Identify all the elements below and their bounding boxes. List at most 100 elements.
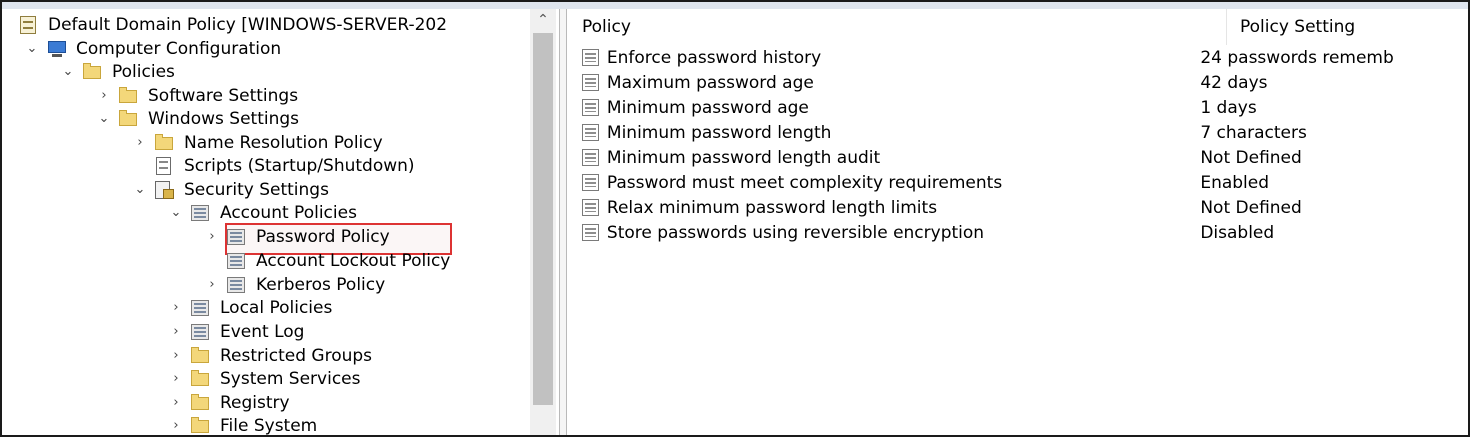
tree-item-label: Policies — [112, 61, 175, 82]
tree-item-computer-configuration[interactable]: ⌄ Computer Configuration — [24, 37, 282, 60]
security-settings-icon — [154, 180, 176, 200]
tree-item-label: Event Log — [220, 321, 305, 342]
list-item[interactable]: Store passwords using reversible encrypt… — [582, 220, 1468, 245]
policy-setting-icon — [582, 148, 599, 167]
chevron-right-icon[interactable]: › — [168, 296, 184, 319]
tree-item-label: System Services — [220, 368, 361, 389]
column-header-policy-setting[interactable]: Policy Setting — [1226, 9, 1466, 45]
console-tree: Default Domain Policy [WINDOWS-SERVER-20… — [2, 9, 530, 435]
tree-item-label: Password Policy — [256, 226, 390, 247]
policy-setting-icon — [582, 48, 599, 67]
policy-value: Enabled — [1200, 172, 1270, 193]
policy-setting-icon — [582, 123, 599, 142]
tree-item-password-policy[interactable]: › Password Policy — [204, 225, 390, 248]
scroll-thumb[interactable] — [533, 33, 553, 405]
tree-item-label: Security Settings — [184, 179, 329, 200]
policy-container-icon — [226, 275, 248, 295]
tree-item-label: Registry — [220, 392, 290, 413]
tree-item-name-resolution-policy[interactable]: › Name Resolution Policy — [132, 131, 383, 154]
chevron-right-icon[interactable]: › — [168, 344, 184, 367]
chevron-right-icon[interactable]: › — [132, 131, 148, 154]
list-item[interactable]: Enforce password history 24 passwords re… — [582, 45, 1468, 70]
column-header-label: Policy — [582, 17, 631, 37]
pane-splitter[interactable] — [559, 9, 567, 435]
policy-name: Password must meet complexity requiremen… — [606, 172, 1003, 193]
policy-name: Minimum password length — [606, 122, 832, 143]
policy-container-icon — [226, 227, 248, 247]
tree-item-system-services[interactable]: › System Services — [168, 367, 360, 390]
policy-list: ⌃ Policy Policy Setting Enforce password… — [568, 9, 1468, 435]
folder-icon — [118, 86, 140, 106]
list-item[interactable]: Relax minimum password length limits Not… — [582, 195, 1468, 220]
policy-name: Minimum password age — [606, 97, 809, 118]
tree-item-windows-settings[interactable]: ⌄ Windows Settings — [96, 107, 299, 130]
policy-name: Enforce password history — [606, 47, 822, 68]
policy-name: Store passwords using reversible encrypt… — [606, 222, 985, 243]
tree-item-software-settings[interactable]: › Software Settings — [96, 84, 298, 107]
tree-item-account-lockout-policy[interactable]: Account Lockout Policy — [226, 249, 450, 272]
tree-scrollbar[interactable]: ⌃ — [530, 9, 556, 435]
list-item[interactable]: Minimum password length 7 characters — [582, 120, 1468, 145]
policy-container-icon — [190, 298, 212, 318]
list-item[interactable]: Minimum password length audit Not Define… — [582, 145, 1468, 170]
chevron-right-icon[interactable]: › — [204, 225, 220, 248]
policy-setting-icon — [582, 198, 599, 217]
policy-name: Relax minimum password length limits — [606, 197, 938, 218]
policy-name: Minimum password length audit — [606, 147, 881, 168]
folder-icon — [82, 62, 104, 82]
policy-setting-icon — [582, 223, 599, 242]
chevron-right-icon[interactable]: › — [96, 84, 112, 107]
policy-value: Not Defined — [1200, 197, 1302, 218]
chevron-right-icon[interactable]: › — [168, 414, 184, 435]
tree-item-file-system[interactable]: › File System — [168, 414, 318, 436]
script-icon — [154, 156, 176, 176]
tree-item-policies[interactable]: ⌄ Policies — [60, 60, 175, 83]
policy-setting-icon — [582, 73, 599, 92]
policy-setting-icon — [582, 173, 599, 192]
tree-item-local-policies[interactable]: › Local Policies — [168, 296, 332, 319]
tree-item-label: Windows Settings — [148, 108, 300, 129]
tree-item-label: Computer Configuration — [76, 38, 282, 59]
tree-item-event-log[interactable]: › Event Log — [168, 320, 304, 343]
tree-item-registry[interactable]: › Registry — [168, 391, 290, 414]
tree-item-root[interactable]: Default Domain Policy [WINDOWS-SERVER-20… — [18, 13, 447, 36]
list-item[interactable]: Maximum password age 42 days — [582, 70, 1468, 95]
chevron-down-icon[interactable]: ⌄ — [168, 201, 184, 224]
policy-value: 1 days — [1200, 97, 1257, 118]
policy-container-icon — [190, 203, 212, 223]
chevron-right-icon[interactable]: › — [204, 273, 220, 296]
tree-item-label: Name Resolution Policy — [184, 132, 383, 153]
list-item[interactable]: Minimum password age 1 days — [582, 95, 1468, 120]
chevron-right-icon[interactable]: › — [168, 320, 184, 343]
tree-item-label: Software Settings — [148, 85, 299, 106]
chevron-down-icon[interactable]: ⌄ — [132, 178, 148, 201]
policy-name: Maximum password age — [606, 72, 814, 93]
chevron-down-icon[interactable]: ⌄ — [60, 60, 76, 83]
list-item[interactable]: Password must meet complexity requiremen… — [582, 170, 1468, 195]
tree-item-label: File System — [220, 415, 318, 436]
locked-folder-icon — [190, 416, 212, 436]
chevron-right-icon[interactable]: › — [168, 367, 184, 390]
policy-value: Disabled — [1200, 222, 1275, 243]
policy-value: Not Defined — [1200, 147, 1302, 168]
tree-item-account-policies[interactable]: ⌄ Account Policies — [168, 201, 357, 224]
chevron-down-icon[interactable]: ⌄ — [96, 107, 112, 130]
tree-item-kerberos-policy[interactable]: › Kerberos Policy — [204, 273, 385, 296]
tree-item-label: Account Lockout Policy — [256, 250, 451, 271]
tree-item-label: Account Policies — [220, 202, 357, 223]
chevron-down-icon[interactable]: ⌄ — [24, 37, 40, 60]
chevron-right-icon[interactable]: › — [168, 391, 184, 414]
tree-item-restricted-groups[interactable]: › Restricted Groups — [168, 344, 372, 367]
tree-item-label: Default Domain Policy [WINDOWS-SERVER-20… — [48, 14, 448, 35]
folder-icon — [154, 133, 176, 153]
top-border — [2, 2, 1468, 9]
column-header-policy[interactable]: Policy — [582, 9, 1224, 45]
tree-item-security-settings[interactable]: ⌄ Security Settings — [132, 178, 329, 201]
gpo-editor-window: Default Domain Policy [WINDOWS-SERVER-20… — [0, 0, 1470, 437]
policy-value: 7 characters — [1200, 122, 1307, 143]
tree-item-scripts[interactable]: Scripts (Startup/Shutdown) — [154, 154, 415, 177]
tree-item-label: Local Policies — [220, 297, 333, 318]
policy-value: 24 passwords rememb — [1200, 47, 1394, 68]
policy-value: 42 days — [1200, 72, 1268, 93]
scroll-up-icon[interactable]: ⌃ — [530, 9, 556, 31]
